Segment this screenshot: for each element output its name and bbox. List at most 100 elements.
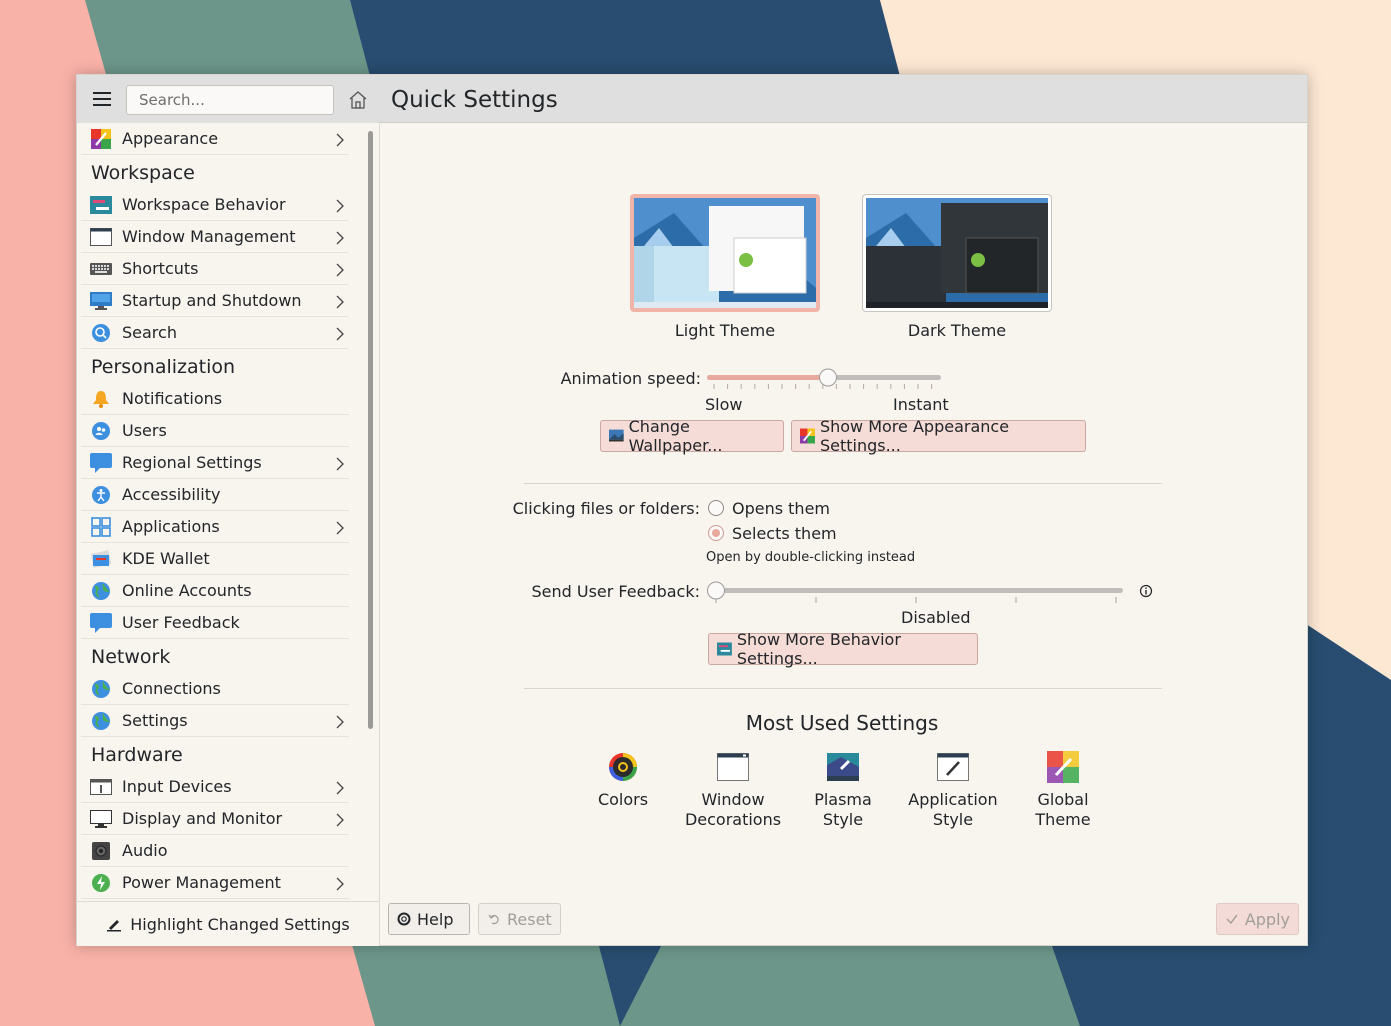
sidebar-item-power-management[interactable]: Power Management: [81, 867, 349, 899]
chevron-right-icon: [335, 456, 345, 471]
sidebar-item-accessibility[interactable]: Accessibility: [81, 479, 349, 511]
system-settings-window: Appearance Workspace Workspace Behavior Win…: [76, 74, 1308, 946]
pen-icon: [107, 920, 122, 932]
main-panel: Quick Settings Light Theme Dark Theme An…: [380, 75, 1307, 945]
sidebar-item-settings[interactable]: Settings: [81, 705, 349, 737]
sidebar-section-header: Personalization: [91, 356, 236, 378]
chevron-right-icon: [335, 520, 345, 535]
most-used-item-global-theme[interactable]: Global Theme: [1013, 751, 1113, 830]
help-icon: [397, 912, 411, 926]
sidebar-item-online-accounts[interactable]: Online Accounts: [81, 575, 349, 607]
regional-icon: [90, 452, 112, 473]
sidebar-item-audio[interactable]: Audio: [81, 835, 349, 867]
most-used-item-application-style[interactable]: Application Style: [903, 751, 1003, 830]
sidebar-item-window-management[interactable]: Window Management: [81, 221, 349, 253]
monitor-icon: [90, 809, 112, 829]
chevron-right-icon: [335, 132, 345, 147]
slow-label: Slow: [705, 395, 743, 414]
help-button[interactable]: Help: [388, 903, 470, 935]
sidebar-item-label: Connections: [122, 679, 221, 698]
page-header: Quick Settings: [380, 75, 1307, 123]
sidebar-item-label: Applications: [122, 517, 220, 536]
light-theme-preview: [634, 198, 816, 308]
sidebar-item-label: Regional Settings: [122, 453, 262, 472]
light-theme-card[interactable]: [630, 194, 820, 312]
opens-them-label[interactable]: Opens them: [732, 499, 830, 518]
sidebar-item-users[interactable]: Users: [81, 415, 349, 447]
selects-them-label[interactable]: Selects them: [732, 524, 837, 543]
search-icon: [90, 323, 112, 343]
sidebar-item-startup-and-shutdown[interactable]: Startup and Shutdown: [81, 285, 349, 317]
workspace-behavior-icon: [717, 642, 732, 656]
globe-icon: [90, 711, 112, 731]
sidebar-item-notifications[interactable]: Notifications: [81, 383, 349, 415]
hamburger-menu-icon[interactable]: [93, 92, 111, 106]
sidebar-item-appearance[interactable]: Appearance: [81, 123, 349, 155]
show-more-behavior-label: Show More Behavior Settings...: [736, 630, 901, 668]
most-used-item-window-decorations[interactable]: Window Decorations: [683, 751, 783, 830]
sidebar-item-user-feedback[interactable]: User Feedback: [81, 607, 349, 639]
apply-button[interactable]: Apply: [1216, 903, 1299, 935]
send-feedback-label: Send User Feedback:: [531, 582, 700, 601]
search-input[interactable]: [126, 85, 334, 115]
globe-icon: [90, 679, 112, 699]
clicking-files-label: Clicking files or folders:: [512, 499, 700, 518]
dark-theme-card[interactable]: [862, 194, 1052, 312]
feedback-icon: [90, 612, 112, 633]
chevron-right-icon: [335, 262, 345, 277]
selects-them-radio[interactable]: [708, 525, 724, 541]
chevron-right-icon: [335, 198, 345, 213]
light-theme-label: Light Theme: [674, 321, 776, 340]
highlight-label: Highlight Changed Settings: [130, 914, 350, 934]
show-more-appearance-button[interactable]: Show More Appearance Settings...: [791, 417, 1086, 455]
chevron-right-icon: [335, 714, 345, 729]
footer: Help Reset Apply: [380, 893, 1304, 945]
most-used-item-colors[interactable]: Colors: [573, 751, 673, 810]
sidebar-item-label: Settings: [122, 711, 188, 730]
show-more-behavior-button[interactable]: Show More Behavior Settings...: [708, 630, 978, 668]
sidebar-item-input-devices[interactable]: Input Devices: [81, 771, 349, 803]
sidebar-item-label: Startup and Shutdown: [122, 291, 302, 310]
chevron-right-icon: [335, 294, 345, 309]
reset-label: Reset: [507, 909, 552, 929]
quick-settings-content: Light Theme Dark Theme Animation speed:: [380, 123, 1304, 893]
change-wallpaper-label: Change Wallpaper...: [628, 417, 723, 455]
wallpaper-icon: [609, 429, 624, 442]
sidebar-item-applications[interactable]: Applications: [81, 511, 349, 543]
sidebar: Appearance Workspace Workspace Behavior Win…: [77, 75, 380, 946]
animation-speed-slider[interactable]: [704, 367, 944, 393]
plasma-style-icon: [827, 751, 859, 783]
sidebar-section-header: Network: [91, 646, 171, 668]
sidebar-scrollbar[interactable]: [368, 131, 373, 729]
appearance-icon: [800, 428, 815, 444]
most-used-item-plasma-style[interactable]: Plasma Style: [793, 751, 893, 830]
sidebar-item-workspace-behavior[interactable]: Workspace Behavior: [81, 189, 349, 221]
sidebar-section-header: Hardware: [91, 744, 183, 766]
home-icon[interactable]: [347, 90, 369, 110]
sidebar-item-label: Display and Monitor: [122, 809, 283, 828]
feedback-slider[interactable]: [704, 579, 1128, 607]
sidebar-item-display-and-monitor[interactable]: Display and Monitor: [81, 803, 349, 835]
wallet-icon: [90, 549, 112, 569]
sidebar-item-label: Workspace Behavior: [122, 195, 286, 214]
sidebar-item-label: Notifications: [122, 389, 223, 408]
sidebar-item-search[interactable]: Search: [81, 317, 349, 349]
feedback-state-label: Disabled: [901, 608, 971, 627]
input-devices-icon: [90, 777, 112, 797]
sidebar-item-label: KDE Wallet: [122, 549, 210, 568]
opens-them-radio[interactable]: [708, 500, 724, 516]
sidebar-item-shortcuts[interactable]: Shortcuts: [81, 253, 349, 285]
reset-button[interactable]: Reset: [478, 903, 561, 935]
info-icon[interactable]: [1139, 584, 1153, 598]
change-wallpaper-button[interactable]: Change Wallpaper...: [600, 417, 784, 455]
sidebar-item-regional-settings[interactable]: Regional Settings: [81, 447, 349, 479]
double-click-hint: Open by double-clicking instead: [706, 550, 916, 565]
highlight-changed-settings-button[interactable]: Highlight Changed Settings: [77, 901, 379, 946]
accessibility-icon: [90, 485, 112, 505]
instant-label: Instant: [893, 395, 949, 414]
colors-icon: [607, 751, 639, 783]
sidebar-item-connections[interactable]: Connections: [81, 673, 349, 705]
sidebar-item-label: Shortcuts: [122, 259, 199, 278]
sidebar-item-kde-wallet[interactable]: KDE Wallet: [81, 543, 349, 575]
sidebar-item-label: Search: [122, 323, 177, 342]
